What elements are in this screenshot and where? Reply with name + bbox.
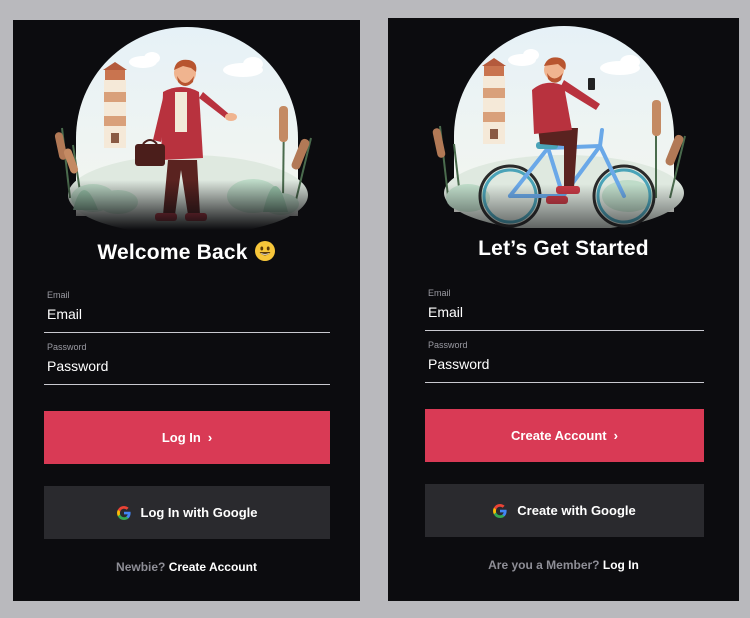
google-icon	[493, 503, 507, 518]
signup-footer: Are you a Member? Log In	[388, 558, 739, 572]
page-title: Welcome Back	[13, 240, 360, 265]
create-account-link[interactable]: Create Account	[169, 560, 257, 574]
chevron-right-icon: ›	[207, 430, 213, 445]
create-account-button[interactable]: Create Account ›	[425, 409, 704, 462]
password-input[interactable]	[46, 354, 318, 378]
google-icon	[116, 505, 131, 520]
footer-prompt: Are you a Member?	[488, 558, 600, 572]
password-label: Password	[47, 342, 87, 352]
login-footer: Newbie? Create Account	[13, 560, 360, 574]
email-field: Email	[44, 290, 330, 333]
email-input[interactable]	[46, 302, 318, 326]
email-label: Email	[428, 288, 451, 298]
email-field: Email	[425, 288, 704, 331]
google-create-button[interactable]: Create with Google	[425, 484, 704, 537]
log-in-button[interactable]: Log In ›	[44, 411, 330, 464]
create-account-button-label: Create Account	[511, 428, 607, 443]
email-label: Email	[47, 290, 70, 300]
password-field: Password	[425, 340, 704, 383]
password-input[interactable]	[427, 352, 693, 376]
signup-card: Let’s Get Started Email Password Create …	[388, 18, 739, 601]
google-log-in-button[interactable]: Log In with Google	[44, 486, 330, 539]
password-label: Password	[428, 340, 468, 350]
title-text: Let’s Get Started	[478, 237, 649, 260]
log-in-link[interactable]: Log In	[603, 558, 639, 572]
email-input[interactable]	[427, 300, 693, 324]
title-text: Welcome Back	[97, 241, 248, 264]
google-log-in-label: Log In with Google	[140, 505, 258, 520]
smiley-emoji-icon	[254, 240, 276, 262]
chevron-right-icon: ›	[613, 428, 618, 443]
page-title: Let’s Get Started	[388, 237, 739, 261]
signup-illustration	[388, 18, 739, 228]
login-illustration	[13, 20, 360, 230]
google-create-label: Create with Google	[517, 503, 636, 518]
footer-prompt: Newbie?	[116, 560, 166, 574]
log-in-button-label: Log In	[161, 430, 201, 445]
login-card: Welcome Back Email Password Log In ›	[13, 20, 360, 601]
password-field: Password	[44, 342, 330, 385]
